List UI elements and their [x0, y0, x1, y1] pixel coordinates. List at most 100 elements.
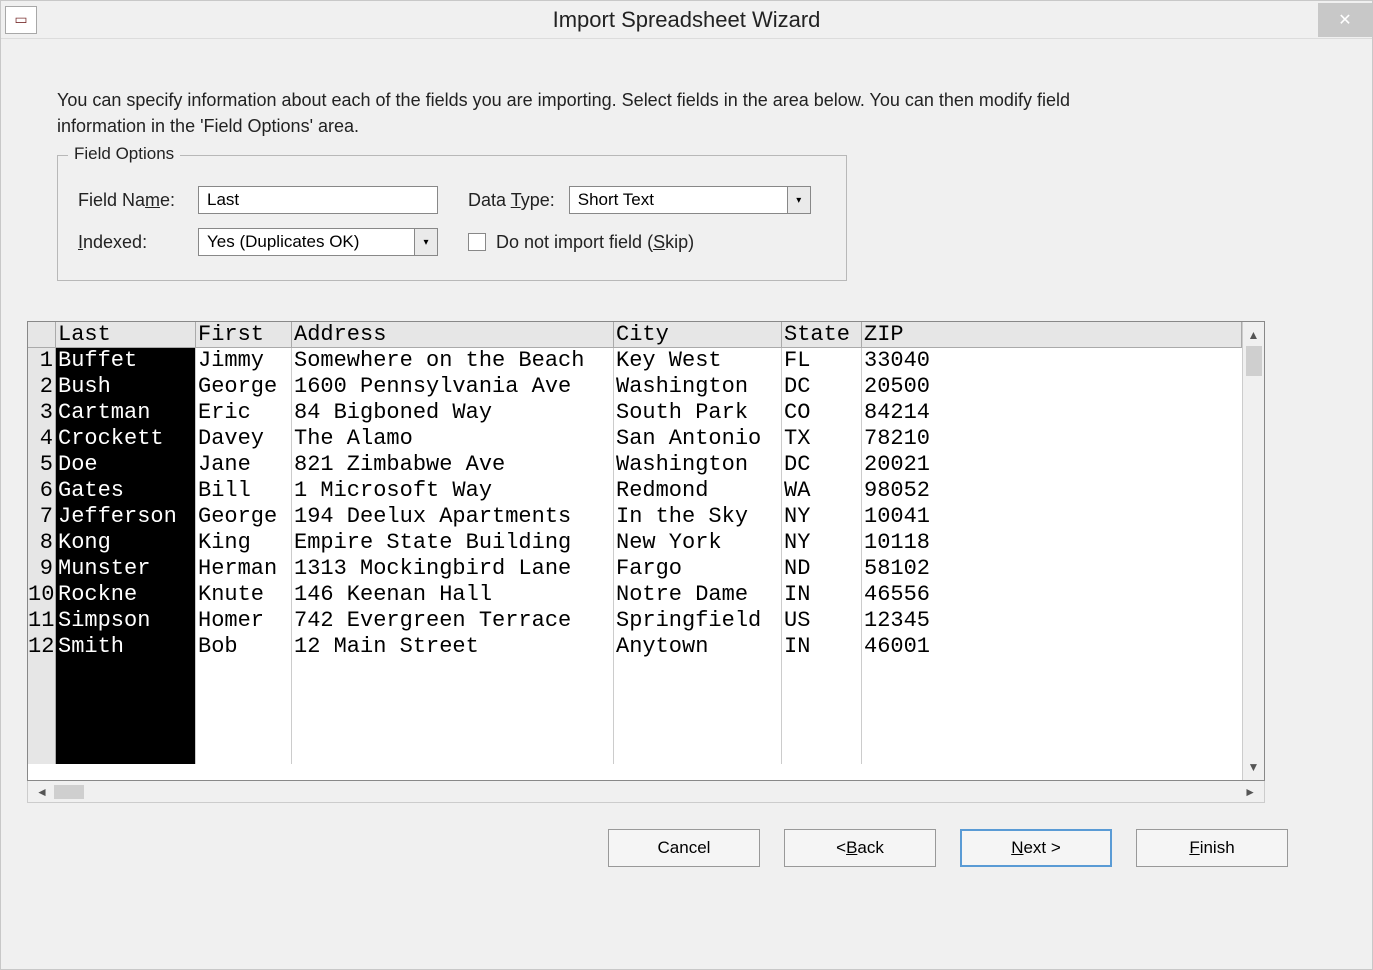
column-header-city[interactable]: City: [614, 322, 782, 348]
table-row[interactable]: 8KongKingEmpire State BuildingNew YorkNY…: [28, 530, 1242, 556]
cell[interactable]: DC: [782, 374, 862, 400]
cell[interactable]: 12345: [862, 608, 1242, 634]
next-button[interactable]: Next >: [960, 829, 1112, 867]
cell[interactable]: 194 Deelux Apartments: [292, 504, 614, 530]
table-row[interactable]: 4CrockettDaveyThe AlamoSan AntonioTX7821…: [28, 426, 1242, 452]
table-row[interactable]: 11SimpsonHomer742 Evergreen TerraceSprin…: [28, 608, 1242, 634]
cell[interactable]: 20500: [862, 374, 1242, 400]
cell[interactable]: Empire State Building: [292, 530, 614, 556]
cell[interactable]: ND: [782, 556, 862, 582]
cell[interactable]: Washington: [614, 374, 782, 400]
cell[interactable]: 46556: [862, 582, 1242, 608]
data-preview-grid[interactable]: LastFirstAddressCityStateZIP1BuffetJimmy…: [27, 321, 1265, 781]
cell[interactable]: 84214: [862, 400, 1242, 426]
cell[interactable]: 1313 Mockingbird Lane: [292, 556, 614, 582]
scroll-up-icon[interactable]: ▲: [1248, 328, 1260, 342]
cell[interactable]: Munster: [56, 556, 196, 582]
cancel-button[interactable]: Cancel: [608, 829, 760, 867]
cell[interactable]: 58102: [862, 556, 1242, 582]
cell[interactable]: Anytown: [614, 634, 782, 660]
cell[interactable]: Springfield: [614, 608, 782, 634]
cell[interactable]: 821 Zimbabwe Ave: [292, 452, 614, 478]
cell[interactable]: Fargo: [614, 556, 782, 582]
cell[interactable]: 46001: [862, 634, 1242, 660]
cell[interactable]: Bill: [196, 478, 292, 504]
cell[interactable]: US: [782, 608, 862, 634]
cell[interactable]: 84 Bigboned Way: [292, 400, 614, 426]
scroll-thumb[interactable]: [1246, 346, 1262, 376]
close-button[interactable]: ✕: [1318, 3, 1372, 37]
cell[interactable]: 742 Evergreen Terrace: [292, 608, 614, 634]
cell[interactable]: Homer: [196, 608, 292, 634]
cell[interactable]: George: [196, 374, 292, 400]
data-type-combo[interactable]: ▾: [569, 186, 811, 214]
cell[interactable]: New York: [614, 530, 782, 556]
table-row[interactable]: 2BushGeorge1600 Pennsylvania AveWashingt…: [28, 374, 1242, 400]
cell[interactable]: South Park: [614, 400, 782, 426]
vertical-scrollbar[interactable]: ▲ ▼: [1242, 322, 1264, 780]
cell[interactable]: 10118: [862, 530, 1242, 556]
cell[interactable]: FL: [782, 348, 862, 374]
cell[interactable]: Jimmy: [196, 348, 292, 374]
cell[interactable]: 78210: [862, 426, 1242, 452]
back-button[interactable]: < Back: [784, 829, 936, 867]
cell[interactable]: 10041: [862, 504, 1242, 530]
cell[interactable]: NY: [782, 530, 862, 556]
cell[interactable]: Jane: [196, 452, 292, 478]
cell[interactable]: CO: [782, 400, 862, 426]
cell[interactable]: Washington: [614, 452, 782, 478]
cell[interactable]: Somewhere on the Beach: [292, 348, 614, 374]
table-row[interactable]: 6GatesBill1 Microsoft WayRedmondWA98052: [28, 478, 1242, 504]
cell[interactable]: Knute: [196, 582, 292, 608]
finish-button[interactable]: Finish: [1136, 829, 1288, 867]
cell[interactable]: Key West: [614, 348, 782, 374]
cell[interactable]: Eric: [196, 400, 292, 426]
cell[interactable]: Doe: [56, 452, 196, 478]
scroll-left-icon[interactable]: ◄: [36, 785, 48, 799]
table-row[interactable]: 7JeffersonGeorge194 Deelux ApartmentsIn …: [28, 504, 1242, 530]
cell[interactable]: DC: [782, 452, 862, 478]
data-type-dropdown-button[interactable]: ▾: [787, 186, 811, 214]
cell[interactable]: King: [196, 530, 292, 556]
cell[interactable]: IN: [782, 582, 862, 608]
cell[interactable]: Herman: [196, 556, 292, 582]
column-header-state[interactable]: State: [782, 322, 862, 348]
cell[interactable]: TX: [782, 426, 862, 452]
table-row[interactable]: 9MunsterHerman1313 Mockingbird LaneFargo…: [28, 556, 1242, 582]
skip-field-checkbox[interactable]: [468, 233, 486, 251]
cell[interactable]: 1 Microsoft Way: [292, 478, 614, 504]
cell[interactable]: Simpson: [56, 608, 196, 634]
cell[interactable]: Buffet: [56, 348, 196, 374]
data-type-value[interactable]: [569, 186, 787, 214]
cell[interactable]: 20021: [862, 452, 1242, 478]
cell[interactable]: Smith: [56, 634, 196, 660]
cell[interactable]: 1600 Pennsylvania Ave: [292, 374, 614, 400]
cell[interactable]: 98052: [862, 478, 1242, 504]
table-row[interactable]: 3CartmanEric84 Bigboned WaySouth ParkCO8…: [28, 400, 1242, 426]
cell[interactable]: George: [196, 504, 292, 530]
cell[interactable]: Davey: [196, 426, 292, 452]
cell[interactable]: Bob: [196, 634, 292, 660]
cell[interactable]: Redmond: [614, 478, 782, 504]
cell[interactable]: In the Sky: [614, 504, 782, 530]
table-row[interactable]: 10RockneKnute146 Keenan HallNotre DameIN…: [28, 582, 1242, 608]
cell[interactable]: IN: [782, 634, 862, 660]
scroll-thumb[interactable]: [54, 785, 84, 799]
cell[interactable]: Crockett: [56, 426, 196, 452]
table-row[interactable]: 1BuffetJimmySomewhere on the BeachKey We…: [28, 348, 1242, 374]
cell[interactable]: NY: [782, 504, 862, 530]
cell[interactable]: Cartman: [56, 400, 196, 426]
indexed-dropdown-button[interactable]: ▾: [414, 228, 438, 256]
cell[interactable]: 146 Keenan Hall: [292, 582, 614, 608]
column-header-address[interactable]: Address: [292, 322, 614, 348]
column-header-first[interactable]: First: [196, 322, 292, 348]
cell[interactable]: Jefferson: [56, 504, 196, 530]
column-header-last[interactable]: Last: [56, 322, 196, 348]
scroll-down-icon[interactable]: ▼: [1248, 760, 1260, 774]
cell[interactable]: Kong: [56, 530, 196, 556]
field-name-input[interactable]: [198, 186, 438, 214]
column-header-zip[interactable]: ZIP: [862, 322, 1242, 348]
scroll-right-icon[interactable]: ►: [1244, 785, 1256, 799]
cell[interactable]: Notre Dame: [614, 582, 782, 608]
indexed-value[interactable]: [198, 228, 414, 256]
